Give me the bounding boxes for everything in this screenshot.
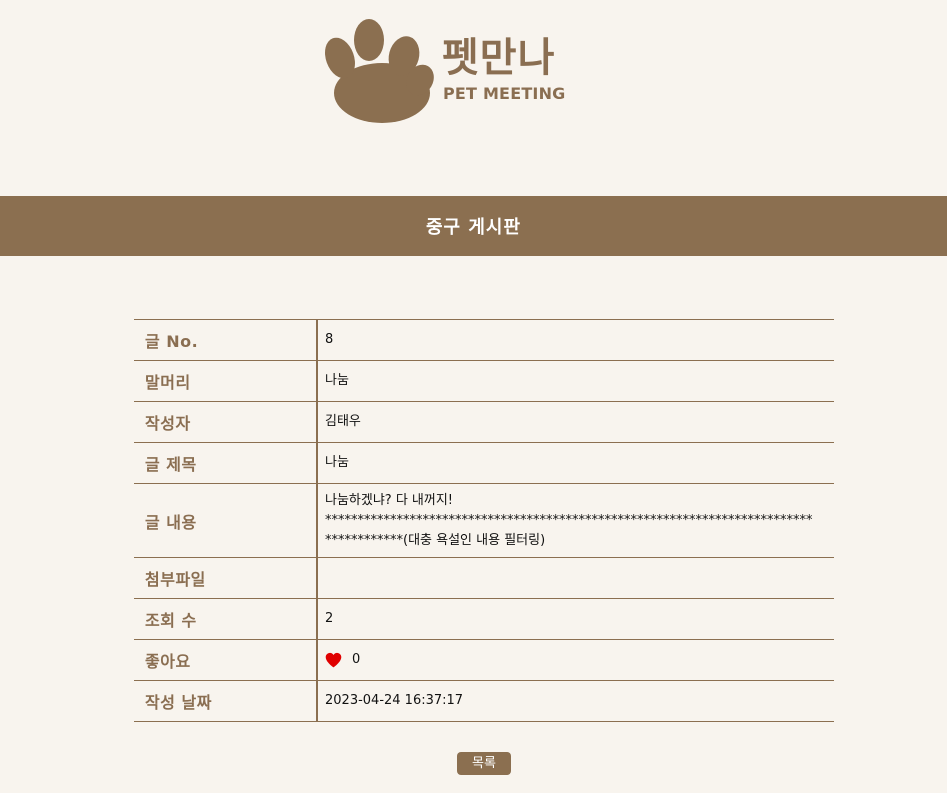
heart-icon[interactable] [325, 652, 342, 668]
prefix-value: 나눔 [317, 360, 834, 402]
likes-cell: 0 [317, 639, 834, 681]
logo-subtitle: PET MEETING [443, 84, 566, 103]
logo[interactable]: 펫만나 PET MEETING [322, 18, 572, 126]
post-no-label: 글 No. [134, 319, 318, 361]
board-banner: 중구 게시판 [0, 196, 947, 256]
author-value: 김태우 [317, 401, 834, 443]
likes-count: 0 [352, 652, 361, 667]
date-value: 2023-04-24 16:37:17 [317, 680, 834, 722]
attachment-value [317, 557, 834, 599]
table-row-likes: 좋아요 0 [134, 639, 834, 681]
post-no-value: 8 [317, 319, 834, 361]
post-title-value: 나눔 [317, 442, 834, 484]
post-detail-table: 글 No. 8 말머리 나눔 작성자 김태우 글 제목 나눔 글 내용 나눔하겠… [134, 319, 834, 722]
likes-label: 좋아요 [134, 639, 318, 681]
table-row-views: 조회 수 2 [134, 598, 834, 640]
content-value: 나눔하겠냐? 다 내꺼지! **************************… [325, 492, 813, 548]
views-value: 2 [317, 598, 834, 640]
table-row-content: 글 내용 나눔하겠냐? 다 내꺼지! *********************… [134, 483, 834, 558]
table-row-post-no: 글 No. 8 [134, 319, 834, 361]
date-label: 작성 날짜 [134, 680, 318, 722]
content-label: 글 내용 [134, 483, 318, 558]
table-row-attachment: 첨부파일 [134, 557, 834, 599]
views-label: 조회 수 [134, 598, 318, 640]
table-row-prefix: 말머리 나눔 [134, 360, 834, 402]
post-title-label: 글 제목 [134, 442, 318, 484]
content-cell: 나눔하겠냐? 다 내꺼지! **************************… [317, 483, 834, 558]
list-button[interactable]: 목록 [457, 752, 511, 775]
attachment-label: 첨부파일 [134, 557, 318, 599]
prefix-label: 말머리 [134, 360, 318, 402]
table-row-date: 작성 날짜 2023-04-24 16:37:17 [134, 680, 834, 722]
author-label: 작성자 [134, 401, 318, 443]
logo-title: 펫만나 [442, 35, 556, 81]
paw-icon [325, 19, 434, 123]
board-title: 중구 게시판 [425, 217, 522, 238]
table-row-author: 작성자 김태우 [134, 401, 834, 443]
table-row-title: 글 제목 나눔 [134, 442, 834, 484]
